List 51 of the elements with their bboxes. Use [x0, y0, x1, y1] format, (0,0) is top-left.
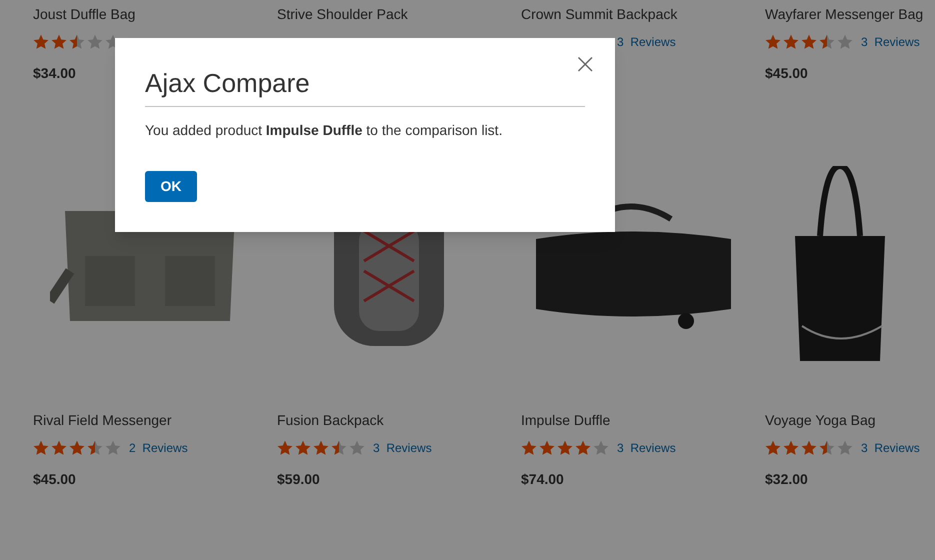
star-icon — [51, 440, 67, 456]
reviews-link[interactable]: 3 Reviews — [617, 33, 676, 51]
product-name[interactable]: Crown Summit Backpack — [521, 5, 765, 23]
product-name[interactable]: Voyage Yoga Bag — [765, 411, 935, 429]
star-icon — [801, 34, 817, 50]
product-name[interactable]: Impulse Duffle — [521, 411, 765, 429]
star-icon — [575, 440, 591, 456]
star-icon — [521, 440, 537, 456]
product-name[interactable]: Wayfarer Messenger Bag — [765, 5, 935, 23]
product-price: $34.00 — [33, 64, 77, 81]
product-name[interactable]: Strive Shoulder Pack — [277, 5, 521, 23]
reviews-link[interactable]: 2 Reviews — [129, 439, 188, 457]
star-icon — [51, 34, 67, 50]
star-icon — [33, 34, 49, 50]
reviews-link[interactable]: 3 Reviews — [861, 439, 920, 457]
reviews-link[interactable]: 3 Reviews — [861, 33, 920, 51]
star-icon — [837, 440, 853, 456]
star-icon — [105, 440, 121, 456]
star-icon — [837, 34, 853, 50]
star-icon — [313, 440, 329, 456]
product-name[interactable]: Joust Duffle Bag — [33, 5, 277, 23]
ok-button[interactable]: OK — [145, 171, 197, 202]
star-icon — [819, 34, 835, 50]
star-icon — [33, 440, 49, 456]
star-icon — [783, 34, 799, 50]
modal-message: You added product Impulse Duffle to the comparison list. — [145, 121, 504, 140]
star-icon — [331, 440, 347, 456]
star-icon — [801, 440, 817, 456]
star-icon — [277, 440, 293, 456]
star-icon — [819, 440, 835, 456]
product-price: $45.00 — [765, 64, 809, 81]
product-name[interactable]: Fusion Backpack — [277, 411, 521, 429]
star-icon — [593, 440, 609, 456]
star-icon — [539, 440, 555, 456]
product-name[interactable]: Rival Field Messenger — [33, 411, 277, 429]
star-icon — [765, 34, 781, 50]
star-icon — [87, 34, 103, 50]
reviews-link[interactable]: 3 Reviews — [373, 439, 432, 457]
product-price: $59.00 — [277, 470, 321, 487]
star-icon — [765, 440, 781, 456]
star-icon — [349, 440, 365, 456]
product-price: $74.00 — [521, 470, 565, 487]
product-price: $32.00 — [765, 470, 809, 487]
star-icon — [557, 440, 573, 456]
star-icon — [69, 440, 85, 456]
product-price: $45.00 — [33, 470, 77, 487]
star-icon — [295, 440, 311, 456]
reviews-link[interactable]: 3 Reviews — [617, 439, 676, 457]
star-icon — [69, 34, 85, 50]
star-icon — [87, 440, 103, 456]
star-icon — [783, 440, 799, 456]
